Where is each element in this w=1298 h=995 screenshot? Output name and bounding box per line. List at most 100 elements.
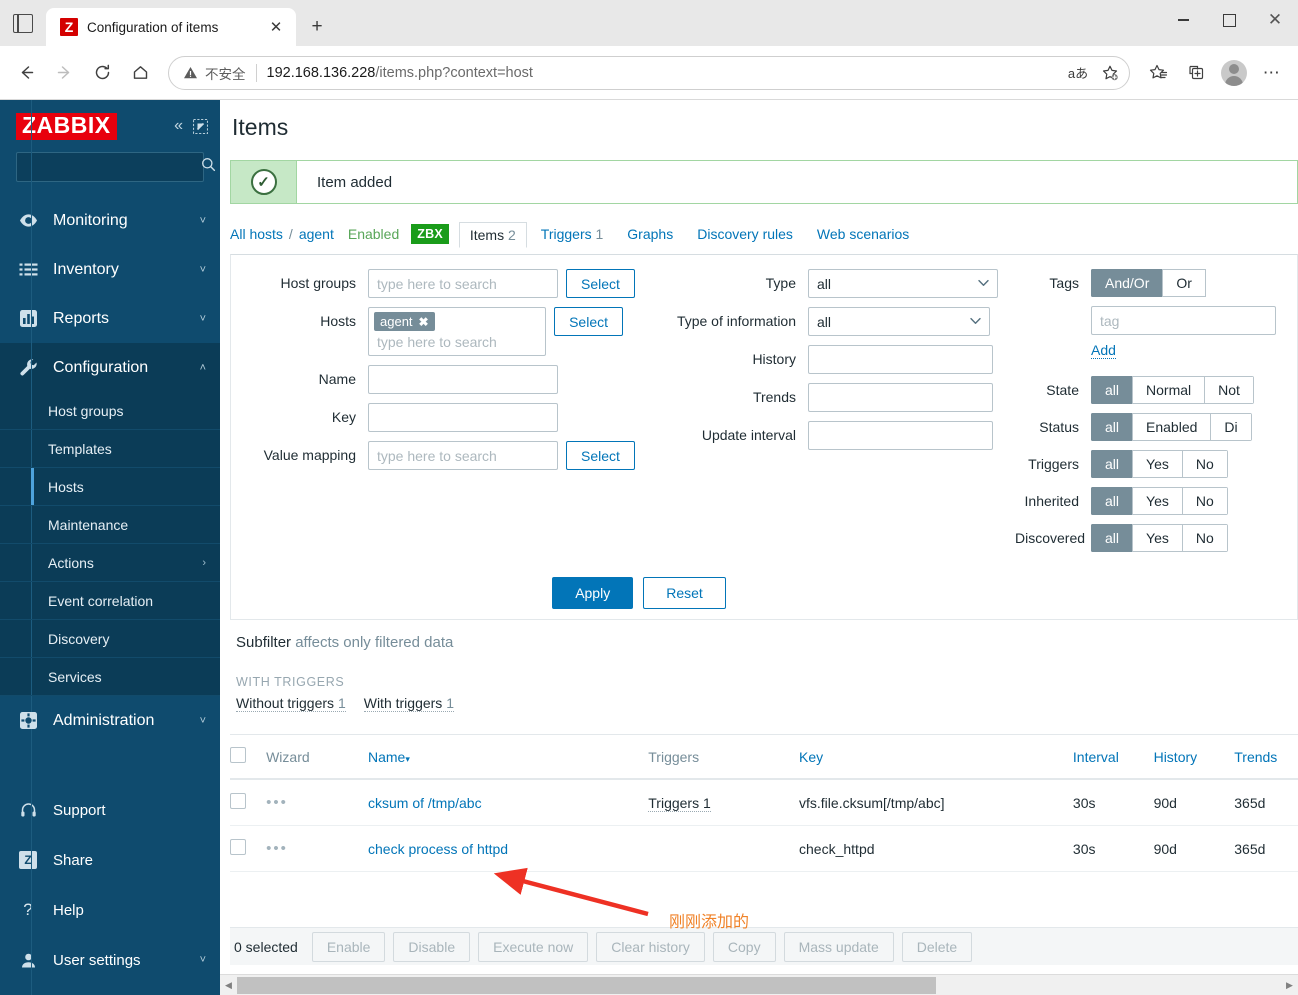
tab-items[interactable]: Items 2 bbox=[458, 222, 527, 248]
add-tag-link[interactable]: Add bbox=[1091, 342, 1116, 359]
url-text[interactable]: 192.168.136.228/items.php?context=host bbox=[267, 65, 1056, 81]
state-all-button[interactable]: all bbox=[1091, 376, 1133, 404]
tags-or-button[interactable]: Or bbox=[1162, 269, 1206, 297]
item-name-link[interactable]: check process of httpd bbox=[368, 841, 508, 857]
value-mapping-input[interactable] bbox=[368, 441, 558, 470]
discovered-yes-button[interactable]: Yes bbox=[1132, 524, 1182, 552]
inherited-all-button[interactable]: all bbox=[1091, 487, 1133, 515]
profile-avatar[interactable] bbox=[1216, 55, 1252, 91]
status-enabled-button[interactable]: Enabled bbox=[1132, 413, 1211, 441]
delete-button[interactable]: Delete bbox=[901, 931, 973, 962]
sidebar-item-reports[interactable]: Reports ˅ bbox=[0, 294, 220, 343]
triggers-all-button[interactable]: all bbox=[1091, 450, 1133, 478]
scroll-left-arrow[interactable]: ◀ bbox=[220, 980, 237, 991]
wizard-menu-icon[interactable]: ••• bbox=[266, 794, 288, 811]
sidebar-item-templates[interactable]: Templates bbox=[0, 430, 220, 468]
subfilter-with-triggers[interactable]: With triggers 1 bbox=[363, 695, 454, 712]
breadcrumb-host[interactable]: agent bbox=[299, 226, 334, 242]
browser-tab[interactable]: Z Configuration of items ✕ bbox=[46, 8, 296, 46]
row-checkbox[interactable] bbox=[230, 839, 246, 855]
key-input[interactable] bbox=[368, 403, 558, 432]
enable-button[interactable]: Enable bbox=[311, 931, 386, 962]
triggers-yes-button[interactable]: Yes bbox=[1132, 450, 1182, 478]
apply-button[interactable]: Apply bbox=[552, 577, 634, 609]
history-input[interactable] bbox=[808, 345, 993, 374]
sidebar-item-administration[interactable]: Administration ˅ bbox=[0, 696, 220, 745]
sidebar-item-monitoring[interactable]: Monitoring ˅ bbox=[0, 196, 220, 245]
update-interval-input[interactable] bbox=[808, 421, 993, 450]
tags-andor-button[interactable]: And/Or bbox=[1091, 269, 1163, 297]
add-favorite-icon[interactable] bbox=[1095, 58, 1125, 88]
status-disabled-button[interactable]: Di bbox=[1210, 413, 1252, 441]
inherited-no-button[interactable]: No bbox=[1181, 487, 1228, 515]
read-aloud-icon[interactable]: aあ bbox=[1063, 58, 1093, 88]
state-normal-button[interactable]: Normal bbox=[1132, 376, 1205, 404]
sidebar-item-services[interactable]: Services bbox=[0, 658, 220, 696]
host-status-label[interactable]: Enabled bbox=[348, 226, 399, 242]
state-notsupported-button[interactable]: Not bbox=[1204, 376, 1254, 404]
reload-icon[interactable] bbox=[84, 55, 120, 91]
security-indicator[interactable]: 不安全 bbox=[183, 63, 246, 83]
address-bar[interactable]: 不安全 192.168.136.228/items.php?context=ho… bbox=[168, 55, 1130, 90]
sidebar-item-actions[interactable]: Actions › bbox=[0, 544, 220, 582]
select-all-checkbox[interactable] bbox=[230, 747, 246, 763]
sidebar-item-share[interactable]: Z Share bbox=[0, 835, 220, 885]
subfilter-without-triggers[interactable]: Without triggers 1 bbox=[236, 695, 346, 712]
hosts-placeholder[interactable]: type here to search bbox=[374, 331, 540, 351]
trends-input[interactable] bbox=[808, 383, 993, 412]
hosts-multiselect[interactable]: agent ✖ type here to search bbox=[368, 307, 547, 356]
scrollbar-track[interactable] bbox=[237, 976, 1281, 994]
sidebar-item-user-settings[interactable]: User settings ˅ bbox=[0, 935, 220, 985]
favorites-icon[interactable] bbox=[1140, 55, 1176, 91]
window-close-button[interactable]: ✕ bbox=[1252, 0, 1298, 40]
hosts-select-button[interactable]: Select bbox=[554, 307, 623, 336]
row-checkbox[interactable] bbox=[230, 793, 246, 809]
maximize-button[interactable] bbox=[1206, 0, 1252, 40]
header-history[interactable]: History bbox=[1153, 735, 1235, 780]
tab-triggers[interactable]: Triggers 1 bbox=[531, 222, 614, 246]
forward-icon[interactable] bbox=[46, 55, 82, 91]
sidebar-item-event-correlation[interactable]: Event correlation bbox=[0, 582, 220, 620]
sidebar-search[interactable] bbox=[16, 152, 216, 182]
clear-history-button[interactable]: Clear history bbox=[596, 931, 705, 962]
header-key[interactable]: Key bbox=[799, 735, 1073, 780]
triggers-no-button[interactable]: No bbox=[1181, 450, 1228, 478]
host-groups-input[interactable] bbox=[368, 269, 558, 298]
type-of-information-select[interactable]: all bbox=[808, 307, 990, 336]
browser-more-icon[interactable]: ⋯ bbox=[1254, 55, 1290, 91]
sidebar-item-discovery[interactable]: Discovery bbox=[0, 620, 220, 658]
header-interval[interactable]: Interval bbox=[1072, 735, 1154, 780]
tab-discovery-rules[interactable]: Discovery rules bbox=[687, 222, 803, 246]
discovered-no-button[interactable]: No bbox=[1181, 524, 1228, 552]
header-name[interactable]: Name▾ bbox=[368, 735, 649, 780]
back-icon[interactable] bbox=[8, 55, 44, 91]
kiosk-mode-icon[interactable] bbox=[192, 118, 209, 134]
close-icon[interactable]: ✕ bbox=[264, 15, 288, 39]
discovered-all-button[interactable]: all bbox=[1091, 524, 1133, 552]
mass-update-button[interactable]: Mass update bbox=[783, 931, 894, 962]
sidebar-item-inventory[interactable]: Inventory ˅ bbox=[0, 245, 220, 294]
type-select[interactable]: all bbox=[808, 269, 998, 298]
sidebar-item-maintenance[interactable]: Maintenance bbox=[0, 506, 220, 544]
host-chip-agent[interactable]: agent ✖ bbox=[374, 312, 435, 331]
header-trends[interactable]: Trends bbox=[1234, 735, 1298, 780]
scroll-right-arrow[interactable]: ▶ bbox=[1281, 980, 1298, 991]
sidebar-item-help[interactable]: ? Help bbox=[0, 885, 220, 935]
tab-web-scenarios[interactable]: Web scenarios bbox=[807, 222, 919, 246]
sidebar-item-support[interactable]: Support bbox=[0, 785, 220, 835]
sidebar-item-host-groups[interactable]: Host groups bbox=[0, 392, 220, 430]
minimize-button[interactable] bbox=[1160, 0, 1206, 40]
collections-icon[interactable] bbox=[1178, 55, 1214, 91]
execute-now-button[interactable]: Execute now bbox=[478, 931, 589, 962]
copy-button[interactable]: Copy bbox=[712, 931, 776, 962]
tag-input[interactable] bbox=[1091, 306, 1276, 335]
disable-button[interactable]: Disable bbox=[393, 931, 471, 962]
name-input[interactable] bbox=[368, 365, 558, 394]
sidebar-item-configuration[interactable]: Configuration ˄ bbox=[0, 343, 220, 392]
zbx-availability-badge[interactable]: ZBX bbox=[411, 224, 449, 244]
reset-button[interactable]: Reset bbox=[643, 577, 726, 609]
tab-graphs[interactable]: Graphs bbox=[617, 222, 683, 246]
scrollbar-thumb[interactable] bbox=[237, 976, 937, 994]
status-all-button[interactable]: all bbox=[1091, 413, 1133, 441]
tab-search-button[interactable] bbox=[0, 0, 46, 46]
